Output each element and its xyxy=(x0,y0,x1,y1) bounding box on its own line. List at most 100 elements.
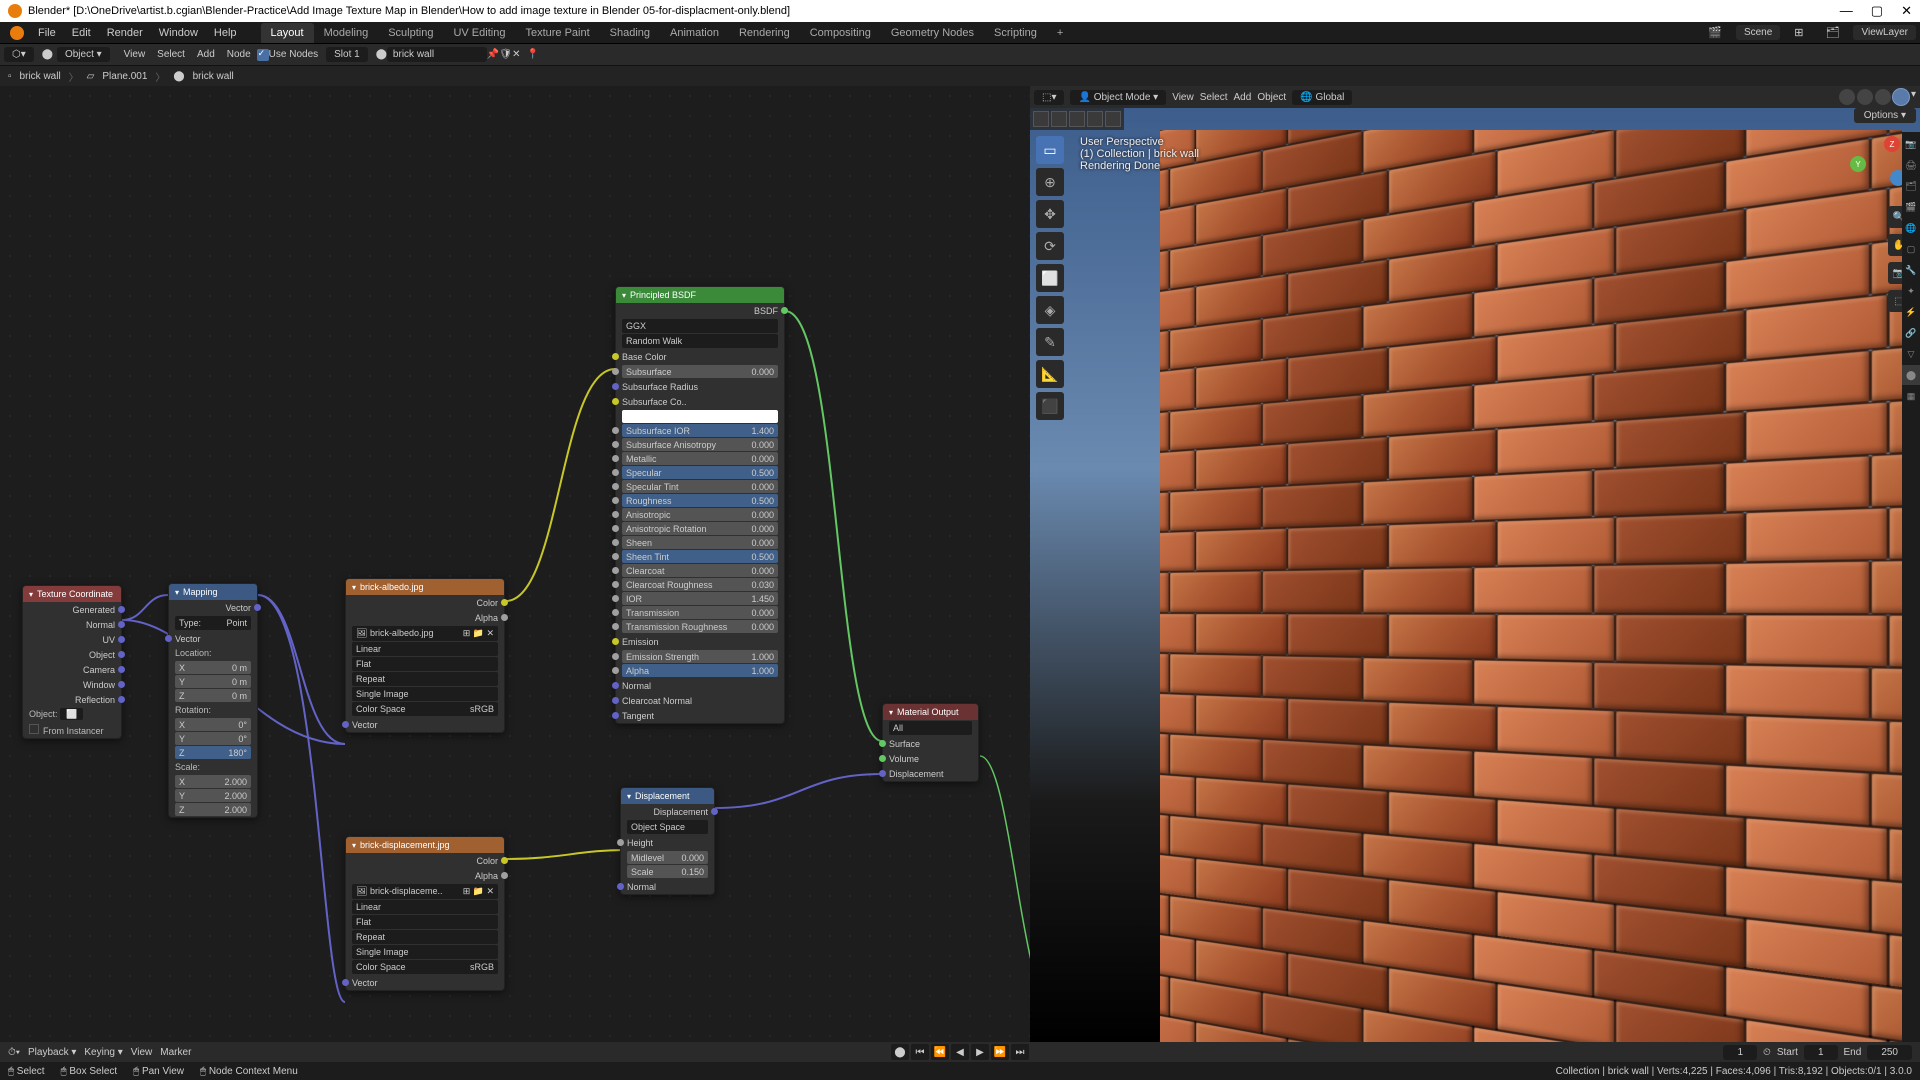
sel-mode-1[interactable] xyxy=(1033,111,1049,127)
viewlayer-selector[interactable]: ViewLayer xyxy=(1853,25,1916,40)
sss-dropdown[interactable]: Random Walk xyxy=(622,334,778,348)
tab-shading[interactable]: Shading xyxy=(600,23,660,43)
ptab-modifier[interactable]: 🔧 xyxy=(1902,260,1920,280)
bsdf-sheen[interactable]: Sheen0.000 xyxy=(622,536,778,549)
timeline-editor-dropdown[interactable]: ⏱▾ xyxy=(8,1047,20,1058)
loc-y[interactable]: Y0 m xyxy=(175,675,251,688)
current-frame-input[interactable]: 1 xyxy=(1723,1045,1757,1060)
tab-add[interactable]: + xyxy=(1047,23,1073,43)
node-header[interactable]: brick-displacement.jpg xyxy=(346,837,504,853)
bsdf-subsurface-ior[interactable]: Subsurface IOR1.400 xyxy=(622,424,778,437)
tool-measure[interactable]: 📐 xyxy=(1036,360,1064,388)
sel-mode-3[interactable] xyxy=(1069,111,1085,127)
node-image-albedo[interactable]: brick-albedo.jpg Color Alpha 🖼 brick-alb… xyxy=(345,578,505,733)
bsdf-clearcoat[interactable]: Clearcoat0.000 xyxy=(622,564,778,577)
ptab-object[interactable]: ▢ xyxy=(1902,239,1920,259)
tl-marker[interactable]: Marker xyxy=(160,1047,191,1058)
tab-compositing[interactable]: Compositing xyxy=(800,23,881,43)
material-name-input[interactable] xyxy=(387,47,487,62)
menu-node[interactable]: Node xyxy=(221,49,257,60)
node-principled-bsdf[interactable]: Principled BSDF BSDF GGX Random Walk Bas… xyxy=(615,286,785,724)
start-frame-input[interactable]: 1 xyxy=(1804,1045,1838,1060)
node-editor[interactable]: Texture Coordinate Generated Normal UV O… xyxy=(0,86,1030,1042)
options-button[interactable]: Options ▾ xyxy=(1854,108,1916,123)
bsdf-roughness[interactable]: Roughness0.500 xyxy=(622,494,778,507)
autokey-icon[interactable]: ⬤ xyxy=(891,1044,909,1060)
tool-rotate[interactable]: ⟳ xyxy=(1036,232,1064,260)
bc-object[interactable]: Plane.001 xyxy=(102,71,147,82)
vp-object[interactable]: Object xyxy=(1257,92,1286,103)
menu-render[interactable]: Render xyxy=(99,24,151,42)
scl-x[interactable]: X2.000 xyxy=(175,775,251,788)
ptab-viewlayer[interactable]: 🗂 xyxy=(1902,176,1920,196)
axis-gizmo[interactable]: Z Y xyxy=(1850,136,1906,192)
viewport-3d[interactable]: ⬚▾ 👤 Object Mode ▾ View Select Add Objec… xyxy=(1030,86,1920,1042)
bsdf-sheen-tint[interactable]: Sheen Tint0.500 xyxy=(622,550,778,563)
tab-sculpting[interactable]: Sculpting xyxy=(378,23,443,43)
shading-dropdown-icon[interactable]: ▾ xyxy=(1911,89,1916,105)
cs-dropdown[interactable]: Color SpacesRGB xyxy=(352,960,498,974)
scl-z[interactable]: Z2.000 xyxy=(175,803,251,816)
tab-animation[interactable]: Animation xyxy=(660,23,729,43)
ptab-constraint[interactable]: 🔗 xyxy=(1902,323,1920,343)
tab-texpaint[interactable]: Texture Paint xyxy=(515,23,599,43)
space-dropdown[interactable]: Object Space xyxy=(627,820,708,834)
jump-end-icon[interactable]: ⏭ xyxy=(1011,1044,1029,1060)
mode-dropdown[interactable]: 👤 Object Mode ▾ xyxy=(1070,90,1166,105)
proj-dropdown[interactable]: Flat xyxy=(352,657,498,671)
node-image-displacement[interactable]: brick-displacement.jpg Color Alpha 🖼 bri… xyxy=(345,836,505,991)
bsdf-subsurface[interactable]: Subsurface0.000 xyxy=(622,365,778,378)
proj-dropdown[interactable]: Flat xyxy=(352,915,498,929)
bsdf-specular-tint[interactable]: Specular Tint0.000 xyxy=(622,480,778,493)
tab-geonodes[interactable]: Geometry Nodes xyxy=(881,23,984,43)
interp-dropdown[interactable]: Linear xyxy=(352,642,498,656)
menu-edit[interactable]: Edit xyxy=(64,24,99,42)
ptab-world[interactable]: 🌐 xyxy=(1902,218,1920,238)
play-rev-icon[interactable]: ◀ xyxy=(951,1044,969,1060)
dist-dropdown[interactable]: GGX xyxy=(622,319,778,333)
orientation-dropdown[interactable]: 🌐 Global xyxy=(1292,90,1352,105)
play-icon[interactable]: ▶ xyxy=(971,1044,989,1060)
tool-addcube[interactable]: ⬛ xyxy=(1036,392,1064,420)
tl-view[interactable]: View xyxy=(131,1047,153,1058)
scale-input[interactable]: Scale0.150 xyxy=(627,865,708,878)
tool-scale[interactable]: ⬜ xyxy=(1036,264,1064,292)
node-header[interactable]: Texture Coordinate xyxy=(23,586,121,602)
bsdf-clearcoat-roughness[interactable]: Clearcoat Roughness0.030 xyxy=(622,578,778,591)
ptab-physics[interactable]: ⚡ xyxy=(1902,302,1920,322)
node-mapping[interactable]: Mapping Vector Type:Point Vector Locatio… xyxy=(168,583,258,818)
vp-add[interactable]: Add xyxy=(1234,92,1252,103)
node-header[interactable]: brick-albedo.jpg xyxy=(346,579,504,595)
shading-solid[interactable] xyxy=(1857,89,1873,105)
menu-window[interactable]: Window xyxy=(151,24,206,42)
tl-keying[interactable]: Keying ▾ xyxy=(84,1047,122,1058)
node-header[interactable]: Principled BSDF xyxy=(616,287,784,303)
src-dropdown[interactable]: Single Image xyxy=(352,687,498,701)
tab-scripting[interactable]: Scripting xyxy=(984,23,1047,43)
bsdf-metallic[interactable]: Metallic0.000 xyxy=(622,452,778,465)
node-header[interactable]: Material Output xyxy=(883,704,978,720)
next-key-icon[interactable]: ⏩ xyxy=(991,1044,1009,1060)
scene-nav-icon[interactable]: ⊞ xyxy=(1786,23,1811,42)
src-dropdown[interactable]: Single Image xyxy=(352,945,498,959)
bsdf-emission-strength[interactable]: Emission Strength1.000 xyxy=(622,650,778,663)
ext-dropdown[interactable]: Repeat xyxy=(352,672,498,686)
tab-modeling[interactable]: Modeling xyxy=(314,23,379,43)
from-instancer-checkbox[interactable] xyxy=(29,724,39,734)
prev-key-icon[interactable]: ⏪ xyxy=(931,1044,949,1060)
ext-dropdown[interactable]: Repeat xyxy=(352,930,498,944)
node-texture-coordinate[interactable]: Texture Coordinate Generated Normal UV O… xyxy=(22,585,122,739)
node-header[interactable]: Mapping xyxy=(169,584,257,600)
ptab-data[interactable]: ▽ xyxy=(1902,344,1920,364)
tl-playback[interactable]: Playback ▾ xyxy=(28,1047,76,1058)
object-picker[interactable]: ⬜ xyxy=(60,708,83,720)
ptab-render[interactable]: 📷 xyxy=(1902,134,1920,154)
mapping-type-dropdown[interactable]: Type:Point xyxy=(175,616,251,630)
cs-dropdown[interactable]: Color SpacesRGB xyxy=(352,702,498,716)
vp-select[interactable]: Select xyxy=(1200,92,1228,103)
node-displacement[interactable]: Displacement Displacement Object Space H… xyxy=(620,787,715,895)
menu-help[interactable]: Help xyxy=(206,24,245,42)
shading-wireframe[interactable] xyxy=(1839,89,1855,105)
midlevel-input[interactable]: Midlevel0.000 xyxy=(627,851,708,864)
bsdf-alpha[interactable]: Alpha1.000 xyxy=(622,664,778,677)
